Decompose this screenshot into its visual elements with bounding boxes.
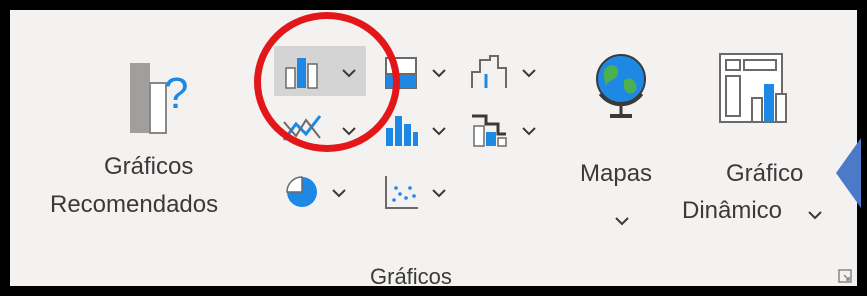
dialog-launcher-icon[interactable] [837,268,853,284]
chevron-down-icon [432,189,446,198]
recommended-charts-button[interactable]: ? Gráficos Recomendados [50,40,270,240]
chevron-down-icon [522,69,536,78]
scatter-chart-button[interactable] [378,168,464,216]
arrow-left-icon [836,138,861,208]
svg-text:?: ? [164,69,188,118]
scatter-chart-icon [385,176,418,209]
chevron-down-icon [332,189,346,198]
recommended-charts-label-1: Gráficos [104,153,194,180]
chevron-down-icon [808,211,822,220]
pie-chart-icon [286,176,317,207]
combo-chart-button[interactable] [464,106,550,154]
recommended-charts-icon: ? [130,63,188,134]
pivot-chart-label-1: Gráfico [726,160,804,187]
maps-label: Mapas [580,160,653,187]
charts-ribbon-group: ? Gráficos Recomendados Mapas Gráfico Di… [6,6,861,290]
highlight-circle [254,12,400,152]
recommended-charts-label-2: Recomendados [50,191,219,218]
pie-chart-button[interactable] [274,168,364,216]
group-label: Gráficos [370,264,452,289]
combo-chart-icon [472,114,507,147]
statistic-chart-button[interactable] [464,46,550,96]
chevron-down-icon [615,217,629,226]
chevron-down-icon [522,127,536,136]
statistic-chart-icon [471,55,507,88]
maps-button[interactable]: Mapas [568,46,678,236]
pivot-chart-label-2: Dinâmico [682,197,783,224]
pivot-chart-button[interactable]: Gráfico Dinâmico [678,46,826,236]
chevron-down-icon [432,69,446,78]
globe-icon [596,54,646,118]
pivot-chart-icon [719,53,787,123]
chevron-down-icon [432,127,446,136]
